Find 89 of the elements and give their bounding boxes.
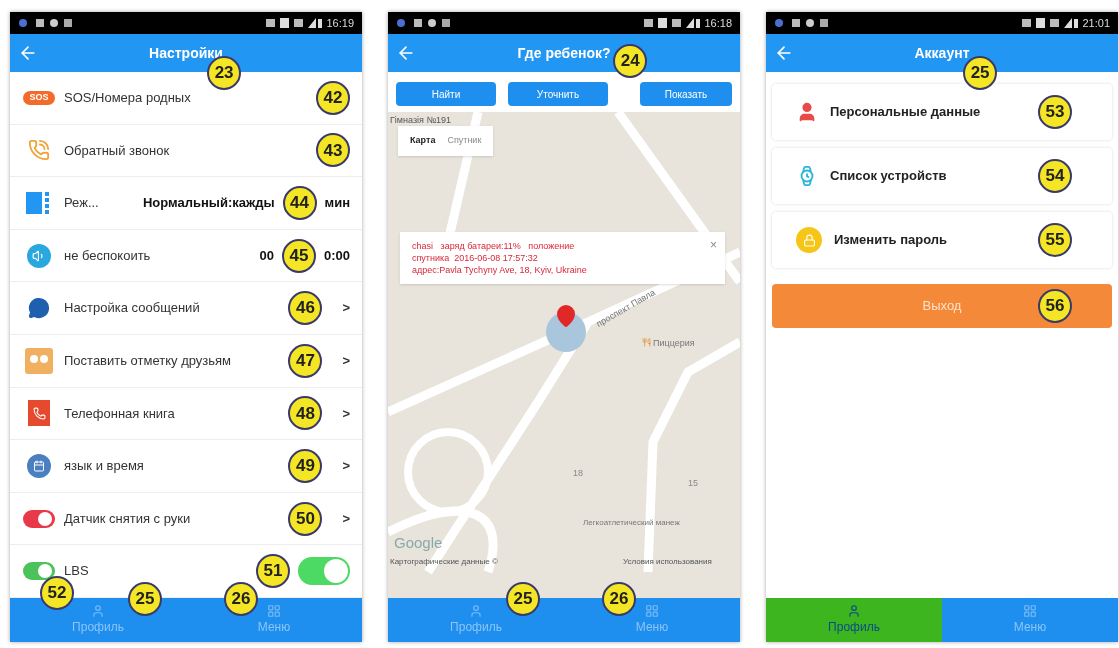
callout-badge: 53	[1038, 95, 1072, 129]
callout-badge: 49	[288, 448, 323, 483]
map-type-tab[interactable]: Карта	[410, 134, 436, 148]
row-value: Нормальный:кажды	[142, 194, 275, 213]
logout-button[interactable]: Выход 56	[772, 284, 1112, 328]
map-label: Пиццерия	[653, 337, 695, 350]
settings-row[interactable]: Поставить отметку друзьям 47 >	[10, 334, 362, 388]
map-label: Условия использования	[623, 556, 712, 568]
callout-badge: 55	[1038, 223, 1072, 257]
row-value: 00	[259, 246, 274, 265]
settings-row[interactable]: Датчик снятия с руки 50 >	[10, 492, 362, 546]
menu-label: Список устройств	[830, 167, 947, 186]
close-button[interactable]: ×	[710, 236, 717, 254]
lock-icon	[796, 227, 822, 253]
person-icon	[469, 604, 483, 618]
info-text: адрес:Pavla Tychyny Ave, 18, Kyiv, Ukraine	[412, 264, 588, 276]
row-label: Реж...	[64, 194, 99, 213]
info-text: спутника 2016-06-08 17:57:32	[412, 252, 539, 264]
map-label: 18	[573, 467, 583, 480]
callout-badge: 42	[316, 80, 350, 115]
menu-card[interactable]: Список устройств 54	[772, 148, 1112, 204]
row-value: 0:00	[323, 246, 350, 265]
map-label: Картографические данные ©	[390, 556, 498, 568]
friends-icon	[25, 347, 53, 374]
status-icons	[266, 18, 323, 28]
menu-card[interactable]: Персональные данные 53	[772, 84, 1112, 140]
chevron-text: >	[342, 404, 350, 423]
toggle-switch[interactable]	[298, 557, 350, 586]
grid-icon	[1023, 604, 1037, 618]
toggle-icon	[23, 562, 55, 581]
callout-badge: 24	[613, 44, 648, 78]
row-label: Обратный звонок	[64, 141, 170, 160]
settings-row[interactable]: Телефонная книга 48 >	[10, 387, 362, 441]
toggle-icon	[23, 509, 55, 528]
speaker-icon	[27, 243, 51, 268]
menu-label: Изменить пароль	[834, 231, 948, 250]
callout-badge: 44	[282, 186, 317, 220]
mode-icon	[26, 192, 52, 214]
map-label: Google	[394, 534, 443, 552]
row-label: Телефонная книга	[64, 404, 175, 423]
row-label: Поставить отметку друзьям	[64, 352, 232, 370]
chat-icon	[28, 297, 50, 320]
chevron-text: >	[342, 457, 350, 476]
row-label: язык и время	[64, 457, 144, 476]
callout-badge: 45	[281, 238, 316, 273]
settings-row[interactable]: не беспокоить 00 45 0:00	[10, 229, 362, 283]
restaurant-icon	[642, 338, 651, 347]
settings-row[interactable]: Обратный звонок 43	[10, 124, 362, 178]
row-label: SOS/Номера родных	[64, 89, 191, 108]
grid-icon	[645, 604, 659, 618]
status-icons	[1022, 18, 1079, 28]
info-text: chasi заряд батареи:11% положение	[412, 240, 576, 252]
chevron-text: >	[342, 509, 350, 528]
map-label: Гімназія №191	[390, 114, 452, 127]
chevron-text: >	[342, 352, 350, 370]
screen-title: Где ребенок?	[517, 43, 611, 63]
person-icon	[847, 604, 861, 618]
row-label: Настройка сообщений	[64, 299, 200, 318]
status-icons	[644, 18, 701, 28]
menu-card[interactable]: Изменить пароль 55	[772, 212, 1112, 268]
callout-badge: 48	[288, 396, 323, 431]
calendar-icon	[27, 453, 51, 478]
row-label: Датчик снятия с руки	[64, 509, 191, 528]
menu-label: Персональные данные	[830, 103, 981, 122]
callout-badge: 47	[288, 343, 323, 378]
callout-badge: 50	[288, 501, 323, 536]
map-type-tab[interactable]: Спутник	[447, 134, 482, 148]
settings-row[interactable]: Настройка сообщений 46 >	[10, 282, 362, 335]
row-label: не беспокоить	[64, 246, 151, 265]
status-time: 16:18	[704, 15, 732, 31]
phonebook-icon	[28, 400, 50, 427]
map-pin-icon	[554, 304, 578, 328]
person-icon	[91, 604, 105, 618]
callout-badge: 56	[1038, 289, 1072, 323]
phone-icon	[28, 139, 50, 162]
callout-badge: 46	[288, 291, 323, 326]
row-value: мин	[324, 194, 350, 213]
status-time: 21:01	[1082, 15, 1110, 31]
settings-row[interactable]: Реж... Нормальный:кажды 44 мин	[10, 177, 362, 230]
callout-badge: 54	[1038, 159, 1072, 193]
grid-icon	[267, 604, 281, 618]
settings-row[interactable]: язык и время 49 >	[10, 440, 362, 493]
sos-icon: SOS	[23, 90, 55, 105]
callout-badge: 43	[316, 133, 350, 168]
callout-badge: 51	[256, 554, 290, 589]
chevron-text: >	[342, 299, 350, 318]
map-label: 15	[688, 477, 698, 490]
status-time: 16:19	[326, 15, 354, 31]
map-label: Легкоатлетический манеж	[583, 517, 680, 529]
